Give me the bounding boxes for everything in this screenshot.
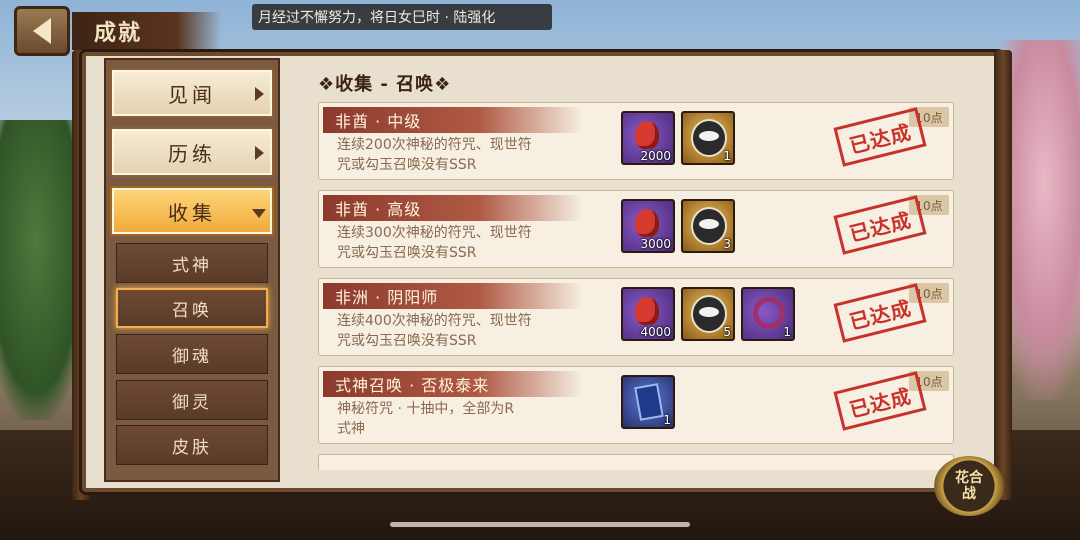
completed-stamp: 已达成 [833, 371, 927, 431]
back-arrow-icon [33, 18, 51, 44]
achievement-name-bar: 非酋 · 中级 [323, 107, 583, 133]
reward-count: 5 [723, 325, 731, 339]
subnav-label: 御魂 [172, 346, 212, 367]
completed-stamp: 已达成 [833, 283, 927, 343]
desc-line: 神秘符咒 · 十抽中，全部为R [337, 401, 515, 417]
home-indicator[interactable] [390, 522, 690, 527]
achievement-desc: 连续200次神秘的符咒、现世符 咒或勾玉召唤没有SSR [337, 135, 607, 175]
achievement-name: 式神召唤 · 否极泰来 [335, 376, 490, 395]
reward-daruma[interactable]: 3 [681, 199, 735, 253]
reward-mystery-talisman[interactable]: 3000 [621, 199, 675, 253]
subnav-yuhun[interactable]: 御魂 [116, 334, 268, 374]
reward-count: 3000 [640, 237, 671, 251]
desc-line: 连续300次神秘的符咒、现世符 [337, 225, 532, 241]
talisman-icon [635, 297, 659, 325]
reward-count: 1 [663, 413, 671, 427]
desc-line: 咒或勾玉召唤没有SSR [337, 333, 477, 349]
achievement-list[interactable]: 非酋 · 中级 连续200次神秘的符咒、现世符 咒或勾玉召唤没有SSR 2000 … [316, 98, 956, 470]
subnav-yuling[interactable]: 御灵 [116, 380, 268, 420]
achievement-card: 式神召唤 · 否极泰来 神秘符咒 · 十抽中，全部为R 式神 1 10点 已达成 [318, 366, 954, 444]
section-title: ❖收集 - 召唤❖ [318, 74, 452, 95]
achievement-name: 非酋 · 高级 [335, 200, 422, 219]
completed-stamp: 已达成 [833, 107, 927, 167]
scroll-rod-right [994, 50, 1012, 500]
reward-mystery-talisman[interactable]: 4000 [621, 287, 675, 341]
achievement-card-partial [318, 454, 954, 470]
talisman-icon [635, 121, 659, 149]
desc-line: 咒或勾玉召唤没有SSR [337, 157, 477, 173]
completed-stamp: 已达成 [833, 195, 927, 255]
subnav-label: 御灵 [172, 392, 212, 413]
scroll-icon [634, 383, 664, 421]
nav-category-label: 收集 [168, 200, 216, 225]
subnav-label: 式神 [172, 255, 212, 276]
reward-daruma[interactable]: 5 [681, 287, 735, 341]
subnav-zhaohuan[interactable]: 召唤 [116, 288, 268, 328]
achievement-desc: 连续400次神秘的符咒、现世符 咒或勾玉召唤没有SSR [337, 311, 607, 351]
daruma-icon [691, 119, 727, 157]
back-button[interactable] [14, 6, 70, 56]
reward-mystery-talisman[interactable]: 2000 [621, 111, 675, 165]
desc-line: 式神 [337, 421, 365, 437]
desc-line: 咒或勾玉召唤没有SSR [337, 245, 477, 261]
subnav-label: 召唤 [172, 300, 212, 321]
reward-count: 3 [723, 237, 731, 251]
achievement-card: 非酋 · 高级 连续300次神秘的符咒、现世符 咒或勾玉召唤没有SSR 3000 … [318, 190, 954, 268]
reward-count: 1 [783, 325, 791, 339]
page-title: 成就 [94, 21, 143, 46]
reward-daruma[interactable]: 1 [681, 111, 735, 165]
nav-category-jianwen[interactable]: 见闻 [110, 68, 274, 118]
achievement-name: 非酋 · 中级 [335, 112, 422, 131]
subnav-shishen[interactable]: 式神 [116, 243, 268, 283]
reward-summon-scroll[interactable]: 1 [621, 375, 675, 429]
hanafuda-battle-button[interactable]: 花合战 [934, 456, 1004, 516]
achievement-name-bar: 非洲 · 阴阳师 [323, 283, 583, 309]
marquee-text: 月经过不懈努力，将日女巳时 · 陆强化 [258, 10, 496, 26]
nav-category-label: 历练 [168, 141, 216, 166]
subnav-label: 皮肤 [172, 437, 212, 458]
talisman-icon [635, 209, 659, 237]
achievement-card: 非洲 · 阴阳师 连续400次神秘的符咒、现世符 咒或勾玉召唤没有SSR 4000… [318, 278, 954, 356]
desc-line: 连续400次神秘的符咒、现世符 [337, 313, 532, 329]
daruma-icon [691, 207, 727, 245]
subnav-pifu[interactable]: 皮肤 [116, 425, 268, 465]
ring-frame-icon [753, 297, 785, 329]
nav-category-label: 见闻 [168, 82, 216, 107]
achievement-name-bar: 非酋 · 高级 [323, 195, 583, 221]
reward-count: 1 [723, 149, 731, 163]
chevron-right-icon [255, 146, 264, 160]
reward-count: 2000 [640, 149, 671, 163]
nav-category-lilian[interactable]: 历练 [110, 127, 274, 177]
nav-category-shouji[interactable]: 收集 [110, 186, 274, 236]
achievement-desc: 连续300次神秘的符咒、现世符 咒或勾玉召唤没有SSR [337, 223, 607, 263]
chevron-right-icon [255, 87, 264, 101]
chevron-down-icon [252, 209, 266, 218]
achievement-name-bar: 式神召唤 · 否极泰来 [323, 371, 583, 397]
reward-count: 4000 [640, 325, 671, 339]
reward-frame-ring[interactable]: 1 [741, 287, 795, 341]
desc-line: 连续200次神秘的符咒、现世符 [337, 137, 532, 153]
daruma-icon [691, 295, 727, 333]
battle-button-label: 花合战 [955, 470, 983, 502]
achievement-desc: 神秘符咒 · 十抽中，全部为R 式神 [337, 399, 607, 439]
achievement-card: 非酋 · 中级 连续200次神秘的符咒、现世符 咒或勾玉召唤没有SSR 2000 … [318, 102, 954, 180]
announcement-marquee: 月经过不懈努力，将日女巳时 · 陆强化 [252, 4, 552, 30]
page-title-plate: 成就 [72, 12, 222, 50]
achievement-name: 非洲 · 阴阳师 [335, 288, 439, 307]
